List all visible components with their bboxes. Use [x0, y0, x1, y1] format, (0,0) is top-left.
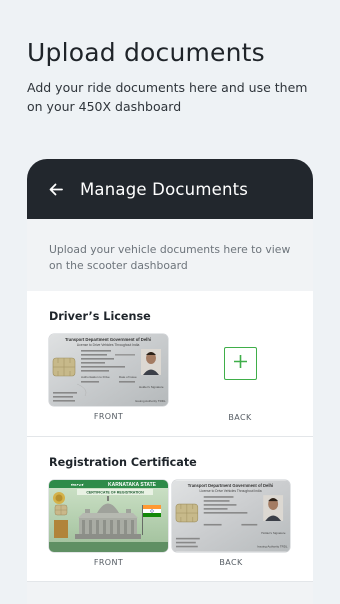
section-title: Registration Certificate: [49, 456, 197, 469]
dl-date-label: Date of Issue: [119, 375, 137, 379]
drivers-license-section: Driver’s License Transport Department Go…: [27, 291, 313, 437]
front-label: FRONT: [93, 412, 124, 421]
svg-text:ಕರ್ನಾಟಕ: ಕರ್ನಾಟಕ: [71, 482, 84, 487]
dl-header-line1: Transport Department Government of Delhi: [65, 337, 151, 342]
app-bar: Manage Documents: [27, 159, 313, 219]
dl-issuing-label: Issuing Authority TRDL: [135, 399, 166, 403]
dl-header-line2: License to Drive Vehicles Throughout Ind…: [77, 343, 140, 347]
rc-back-issuing-label: Issuing Authority TRDL: [257, 545, 288, 549]
rc-back-header-line2: License to Drive Vehicles Throughout Ind…: [199, 489, 261, 493]
rc-back-sign-label: Holder's Signature: [261, 531, 286, 535]
plus-icon: [233, 354, 248, 373]
add-back-button[interactable]: [223, 347, 257, 380]
dl-sign-label: Holder's Signature: [139, 385, 164, 389]
front-label: FRONT: [93, 558, 124, 567]
back-label: BACK: [219, 558, 243, 567]
dl-auth-label: Authorisation to Drive: [81, 375, 110, 379]
registration-back-image[interactable]: Transport Department Government of Delhi…: [172, 480, 290, 552]
headline: Upload documents: [27, 38, 265, 67]
back-label: BACK: [228, 413, 252, 422]
registration-front-image[interactable]: KARNATAKA STATE ಕರ್ನಾಟಕ CERTIFICATE OF R…: [49, 480, 168, 552]
rc-back-header-line1: Transport Department Government of Delhi: [188, 483, 273, 488]
rc-certificate: CERTIFICATE OF REGISTRATION: [86, 491, 144, 495]
phone-screen: Manage Documents Upload your vehicle doc…: [27, 159, 313, 604]
section-title: Driver’s License: [49, 310, 151, 323]
instructions-text: Upload your vehicle documents here to vi…: [49, 243, 291, 272]
arrow-left-icon[interactable]: [47, 180, 65, 198]
subheadline: Add your ride documents here and use the…: [27, 80, 308, 114]
rc-state: KARNATAKA STATE: [108, 482, 157, 488]
drivers-license-front-image[interactable]: Transport Department Government of Delhi…: [49, 334, 168, 406]
app-bar-title: Manage Documents: [80, 179, 249, 199]
registration-certificate-section: Registration Certificate KARNATAKA STATE…: [27, 437, 313, 582]
